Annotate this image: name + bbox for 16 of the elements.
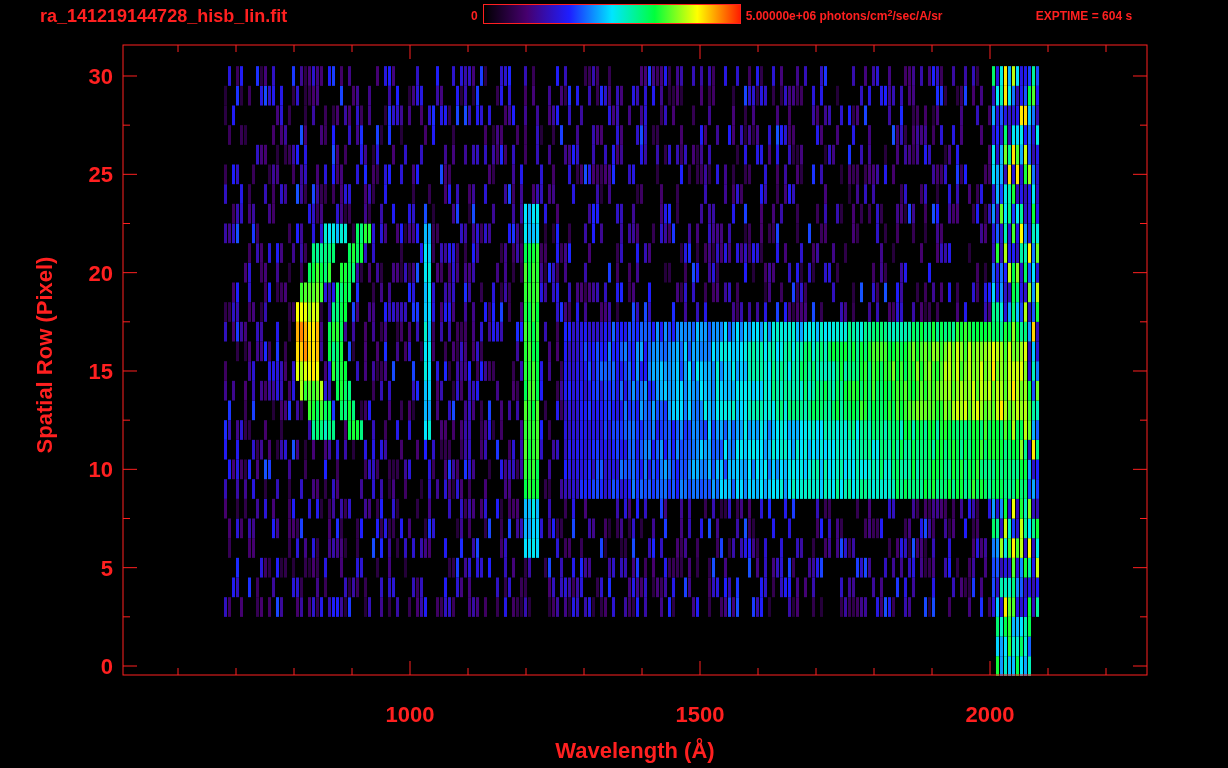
y-tick-label: 5 <box>100 555 113 581</box>
y-tick-label: 25 <box>88 162 113 188</box>
x-tick-label: 2000 <box>965 702 1015 727</box>
x-axis-title: Wavelength (Å) <box>555 738 715 763</box>
y-tick-label: 0 <box>100 654 113 679</box>
exposure-time: EXPTIME = 604 s <box>1035 8 1133 25</box>
y-tick-label: 10 <box>88 457 113 483</box>
colorbar-min-label: 0 <box>471 8 478 25</box>
x-tick-label: 1500 <box>675 702 725 727</box>
y-axis-title: Spatial Row (Pixel) <box>32 256 57 454</box>
y-tick-label: 20 <box>88 260 113 286</box>
y-tick-label: 30 <box>88 64 113 89</box>
y-tick-label: 15 <box>88 359 113 384</box>
colorbar-max-label: 5.00000e+06 photons/cm$^{2}$/sec/A/sr <box>745 6 944 25</box>
file-name: ra_141219144728_hisb_lin.fit <box>40 6 289 26</box>
x-tick-label: 1000 <box>385 702 435 727</box>
